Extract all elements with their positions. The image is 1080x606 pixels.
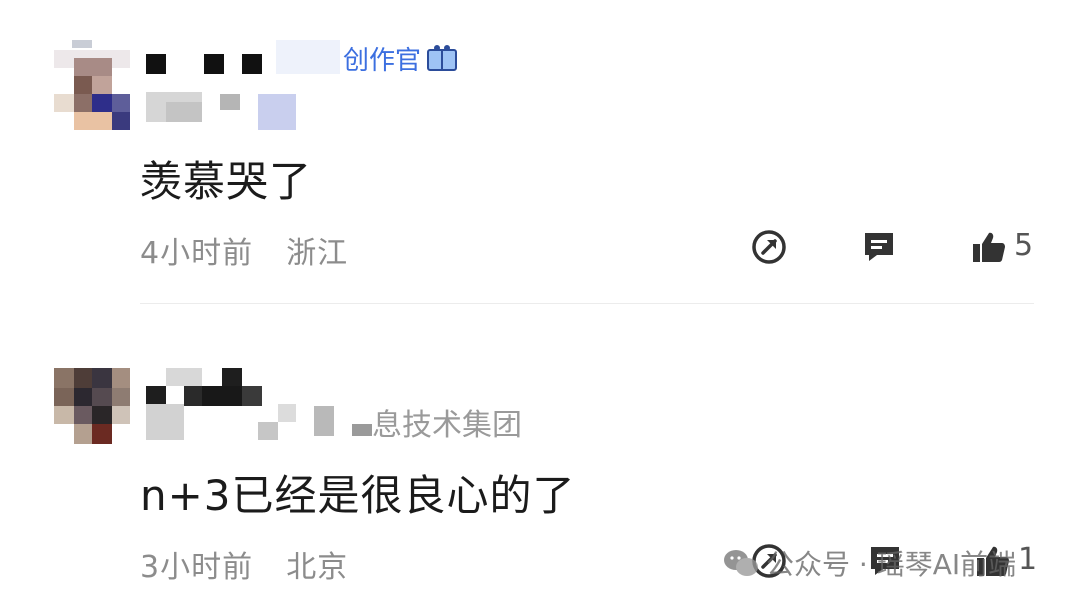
like-count: 1: [1018, 542, 1038, 577]
comment-time: 3小时前: [140, 550, 254, 585]
username[interactable]: [146, 54, 276, 76]
username[interactable]: [146, 368, 266, 406]
watermark-label: 公众号 · 瑶琴AI前端: [766, 548, 1017, 581]
creator-badge: 创作官: [343, 40, 459, 77]
comment-location: 北京: [286, 550, 349, 585]
book-icon: [425, 44, 459, 74]
comment-time: 4小时前: [140, 236, 254, 271]
wechat-icon: [722, 547, 760, 579]
comment-location: 浙江: [286, 236, 349, 271]
watermark: 公众号 · 瑶琴AI前端: [722, 543, 1016, 583]
username-blur: [276, 40, 340, 74]
divider: [140, 303, 1034, 304]
avatar[interactable]: [54, 368, 130, 444]
user-info-blur: [146, 92, 296, 130]
comment-meta: 4小时前 浙江: [140, 228, 348, 272]
user-org-blur: [146, 404, 376, 442]
thumbs-up-icon[interactable]: [970, 228, 1008, 266]
share-icon[interactable]: [750, 228, 788, 266]
comment-text: n+3已经是很良心的了: [140, 471, 576, 520]
comment-meta: 3小时前 北京: [140, 542, 348, 586]
comment-text: 羡慕哭了: [140, 157, 313, 206]
badge-label: 创作官: [343, 46, 422, 76]
comment-icon[interactable]: [860, 228, 898, 266]
like-count: 5: [1014, 228, 1034, 263]
avatar[interactable]: [54, 40, 130, 130]
user-org: 息技术集团: [372, 408, 522, 443]
